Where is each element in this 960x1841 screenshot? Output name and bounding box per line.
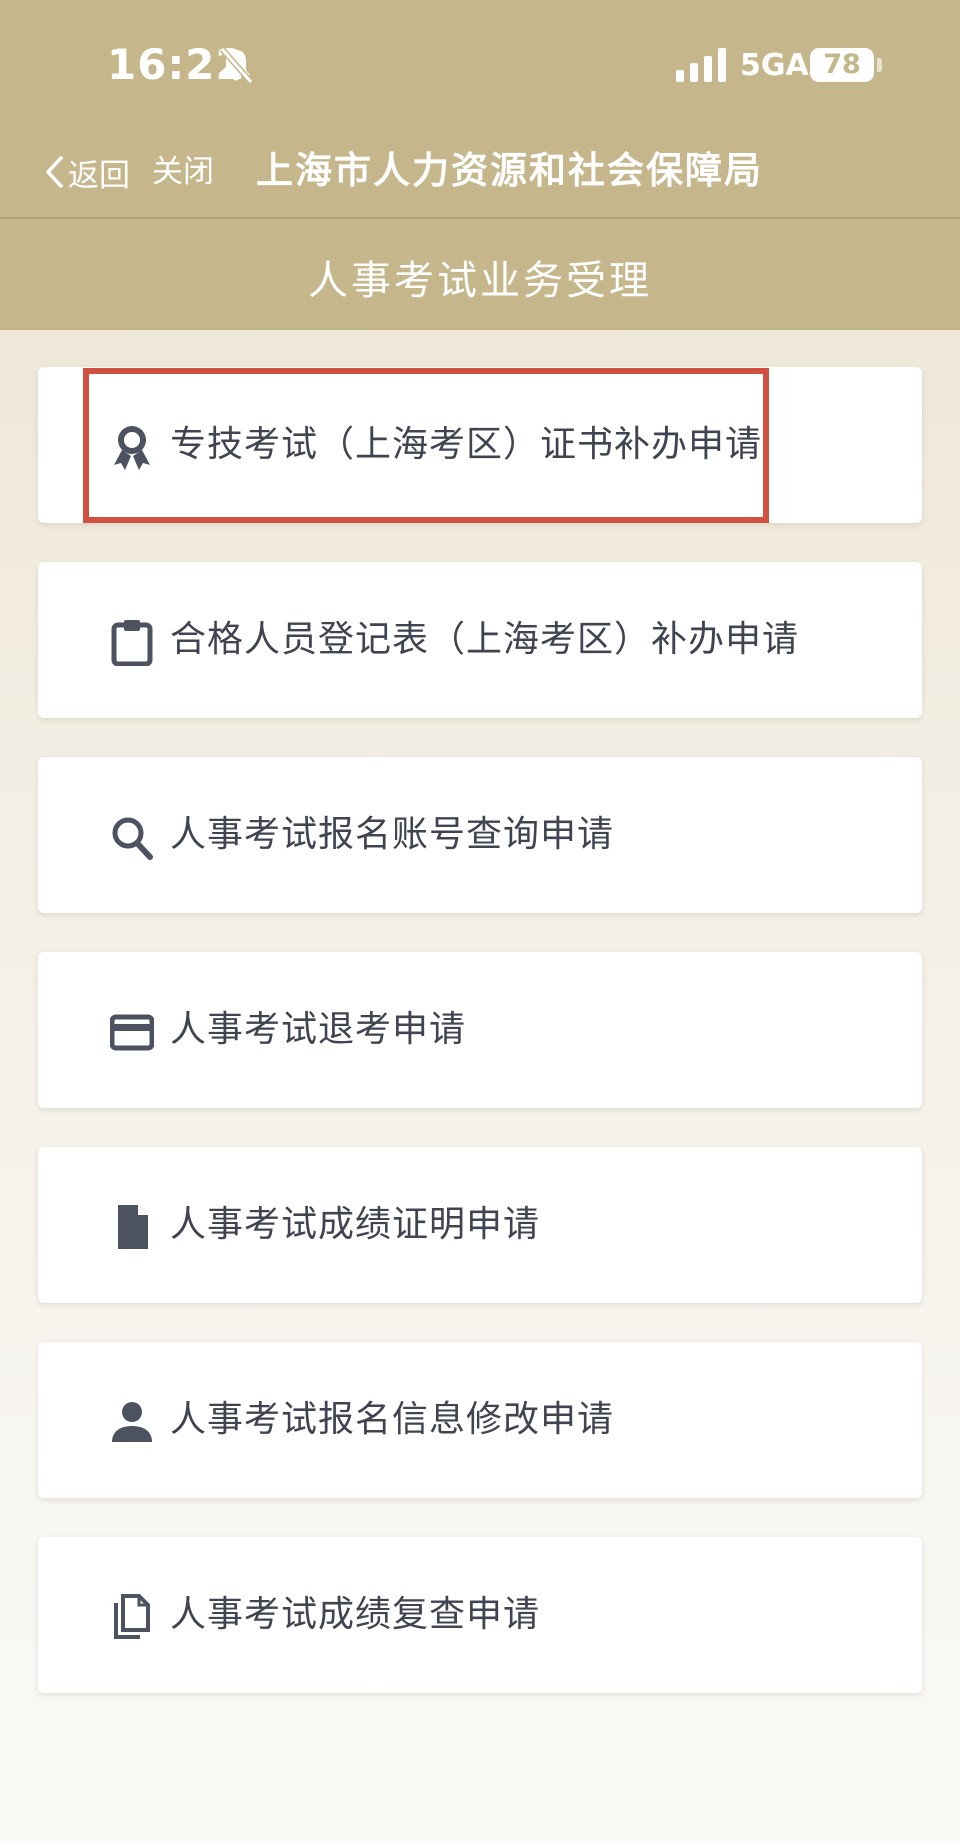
person-icon bbox=[112, 1402, 152, 1442]
menu-item-score-review[interactable]: 人事考试成绩复查申请 bbox=[38, 1537, 922, 1693]
back-button[interactable]: 返回 bbox=[44, 150, 130, 194]
search-icon bbox=[112, 817, 153, 860]
back-label: 返回 bbox=[68, 157, 130, 194]
page-title: 人事考试业务受理 bbox=[308, 258, 652, 304]
bell-muted-icon bbox=[219, 47, 254, 84]
app-header: 16:22 5GA 78 返回 关闭 上海市人力资源和社会保障局 人事考试业务受… bbox=[0, 0, 960, 330]
network-type: 5GA bbox=[740, 48, 809, 83]
copy-icon bbox=[114, 1594, 150, 1639]
menu-item-withdraw-exam[interactable]: 人事考试退考申请 bbox=[38, 952, 922, 1108]
battery-level: 78 bbox=[810, 48, 874, 82]
clipboard-icon bbox=[111, 620, 153, 666]
menu-item-label: 合格人员登记表（上海考区）补办申请 bbox=[170, 619, 800, 660]
site-title: 上海市人力资源和社会保障局 bbox=[256, 149, 763, 192]
highlight-box bbox=[83, 368, 769, 523]
menu-item-label: 人事考试成绩复查申请 bbox=[170, 1594, 541, 1635]
header-divider bbox=[0, 217, 960, 219]
signal-icon bbox=[676, 48, 726, 82]
menu-item-info-modification[interactable]: 人事考试报名信息修改申请 bbox=[38, 1342, 922, 1498]
status-bar: 16:22 5GA 78 bbox=[0, 0, 960, 130]
close-button[interactable]: 关闭 bbox=[152, 150, 214, 194]
menu-item-account-query[interactable]: 人事考试报名账号查询申请 bbox=[38, 757, 922, 913]
card-icon bbox=[110, 1014, 154, 1051]
menu-item-registration-form-reissue[interactable]: 合格人员登记表（上海考区）补办申请 bbox=[38, 562, 922, 718]
battery-tip bbox=[877, 58, 882, 72]
menu-item-score-certificate[interactable]: 人事考试成绩证明申请 bbox=[38, 1147, 922, 1303]
menu-item-label: 人事考试报名信息修改申请 bbox=[170, 1399, 615, 1440]
document-icon bbox=[118, 1205, 148, 1249]
nav-bar: 返回 关闭 上海市人力资源和社会保障局 bbox=[0, 130, 960, 218]
menu-item-label: 人事考试报名账号查询申请 bbox=[170, 814, 615, 855]
menu-item-label: 人事考试退考申请 bbox=[170, 1009, 467, 1050]
menu-item-label: 人事考试成绩证明申请 bbox=[170, 1204, 541, 1245]
chevron-left-icon bbox=[46, 156, 63, 188]
